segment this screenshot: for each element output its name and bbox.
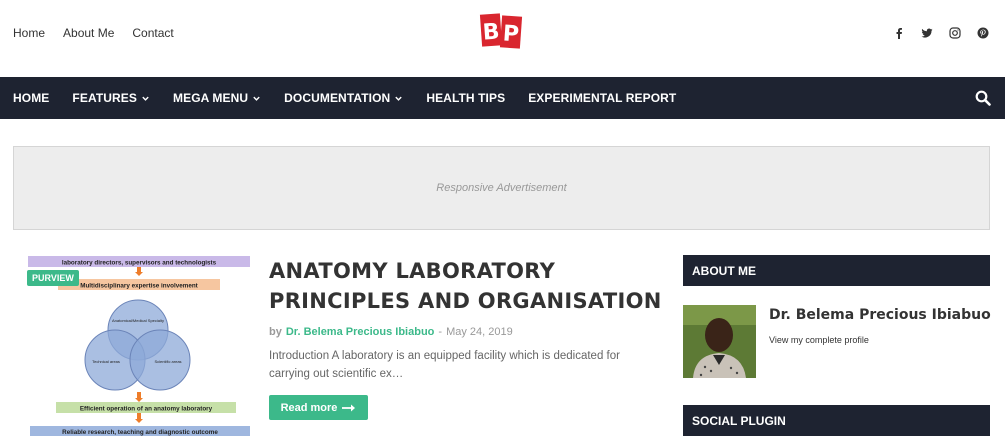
nav-item-label: EXPERIMENTAL REPORT (528, 91, 677, 105)
top-link-contact[interactable]: Contact (132, 26, 173, 40)
top-link-about-me[interactable]: About Me (63, 26, 114, 40)
advertisement-label: Responsive Advertisement (436, 182, 567, 194)
profile-avatar[interactable] (683, 305, 756, 378)
nav-item-label: DOCUMENTATION (284, 91, 391, 105)
pinterest-icon[interactable] (976, 26, 990, 40)
nav-item-label: MEGA MENU (173, 91, 249, 105)
about-me-heading: ABOUT ME (683, 255, 990, 286)
logo-letter-p: P (502, 21, 520, 47)
chevron-down-icon (142, 96, 149, 101)
post-author-link[interactable]: Dr. Belema Precious Ibiabuo (286, 326, 435, 338)
nav-item-label: FEATURES (72, 91, 137, 105)
profile-name[interactable]: Dr. Belema Precious Ibiabuo (769, 307, 991, 323)
category-badge[interactable]: PURVIEW (27, 270, 79, 286)
read-more-button[interactable]: Read more (269, 395, 368, 420)
arrow-right-icon (342, 404, 356, 411)
diagram-box-label: laboratory directors, supervisors and te… (62, 260, 217, 267)
post-meta: by Dr. Belema Precious Ibiabuo - May 24,… (269, 326, 513, 338)
search-icon[interactable] (975, 90, 991, 106)
top-link-home[interactable]: Home (13, 26, 45, 40)
meta-separator: - (438, 326, 443, 338)
nav-item-label: HOME (13, 91, 50, 105)
nav-item-label: HEALTH TIPS (426, 91, 506, 105)
byline-prefix: by (269, 326, 282, 338)
facebook-icon[interactable] (892, 26, 906, 40)
instagram-icon[interactable] (948, 26, 962, 40)
post-date: May 24, 2019 (446, 326, 513, 338)
site-logo[interactable]: B P (479, 10, 525, 54)
nav-item-documentation[interactable]: DOCUMENTATION (284, 91, 403, 105)
diagram-box-label: Multidisciplinary expertise involvement (80, 283, 198, 290)
chevron-down-icon (395, 96, 403, 101)
diagram-circle-label: Anatomical/Medical Specialty (112, 318, 164, 323)
advertisement-banner[interactable]: Responsive Advertisement (13, 146, 990, 230)
main-navigation: HOME FEATURES MEGA MENU DOCUMENTATION HE… (0, 77, 1005, 119)
view-profile-link[interactable]: View my complete profile (769, 335, 869, 345)
social-plugin-title: SOCIAL PLUGIN (692, 413, 786, 428)
diagram-box-label: Efficient operation of an anatomy labora… (80, 406, 213, 413)
logo-letter-b: B (482, 19, 500, 45)
nav-item-features[interactable]: FEATURES (72, 91, 150, 105)
nav-item-health-tips[interactable]: HEALTH TIPS (426, 91, 505, 105)
diagram-circle-label: Scientific areas (154, 359, 181, 364)
social-icons (892, 26, 990, 40)
chevron-down-icon (253, 96, 260, 101)
diagram-box-label: Reliable research, teaching and diagnost… (62, 429, 218, 436)
post-title[interactable]: ANATOMY LABORATORY PRINCIPLES AND ORGANI… (269, 256, 669, 316)
diagram-circle-label: Technical areas (92, 359, 120, 364)
nav-item-mega-menu[interactable]: MEGA MENU (173, 91, 261, 105)
post-excerpt: Introduction A laboratory is an equipped… (269, 350, 620, 380)
twitter-icon[interactable] (920, 26, 934, 40)
top-bar: Home About Me Contact B P (0, 0, 1005, 77)
read-more-label: Read more (280, 401, 338, 414)
nav-item-home[interactable]: HOME (13, 91, 49, 105)
social-plugin-heading: SOCIAL PLUGIN (683, 405, 990, 436)
about-me-title: ABOUT ME (692, 263, 756, 278)
top-links: Home About Me Contact (13, 26, 174, 40)
nav-item-experimental-report[interactable]: EXPERIMENTAL REPORT (528, 91, 676, 105)
